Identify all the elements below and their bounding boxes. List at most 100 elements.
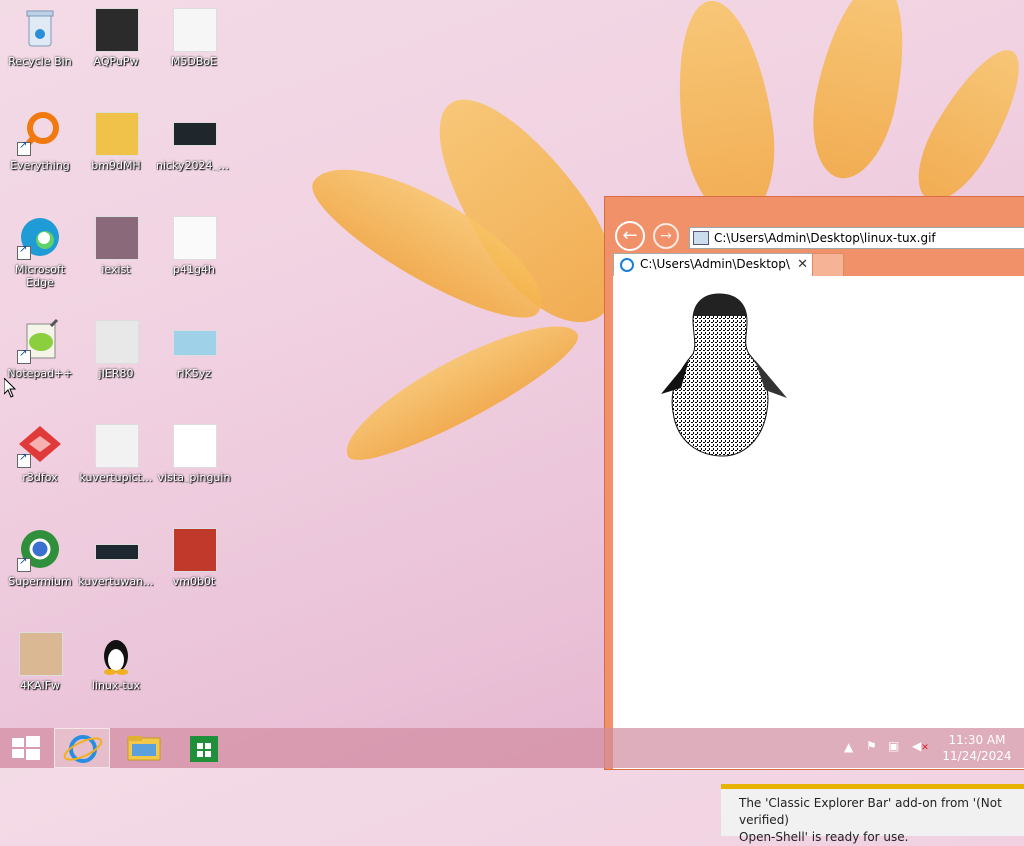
image-file-icon — [93, 110, 139, 156]
image-file-icon — [171, 214, 217, 260]
clock-time: 11:30 AM — [948, 733, 1006, 747]
desktop-icon-m5dboe[interactable]: M5DBoE — [156, 6, 232, 68]
desktop-icon-label: Microsoft Edge — [14, 263, 66, 289]
desktop-icon-nicky2024[interactable]: nicky2024_r... — [156, 110, 232, 172]
taskbar-file-explorer[interactable] — [116, 728, 172, 768]
desktop-icon-label: vista_pinguin — [157, 471, 231, 484]
internet-explorer-window: ← → C:\Users\Admin\Desktop\linux-tux.gif… — [604, 196, 1024, 844]
wallpaper-petal — [800, 0, 920, 187]
folder-icon — [127, 736, 161, 761]
network-icon[interactable]: ▣ — [888, 739, 899, 753]
desktop-icon-label: bm9dMH — [91, 159, 141, 172]
image-file-icon — [17, 630, 63, 676]
taskbar-store[interactable] — [176, 728, 232, 768]
close-tab-icon[interactable]: ✕ — [797, 254, 808, 275]
ie-icon — [63, 735, 103, 763]
desktop-icon-everything[interactable]: Everything — [2, 110, 78, 172]
supermium-icon — [17, 526, 63, 572]
desktop-icon-label: Recycle Bin — [8, 55, 72, 68]
shortcut-arrow-icon — [17, 556, 31, 572]
desktop-icon-jier80[interactable]: jIER80 — [78, 318, 154, 380]
shortcut-arrow-icon — [17, 348, 31, 364]
notification-line-1: The 'Classic Explorer Bar' add-on from '… — [739, 796, 1002, 827]
desktop-icon-label: linux-tux — [91, 679, 141, 692]
desktop-icon-label: kuvertupict... — [79, 471, 153, 484]
clock[interactable]: 11:30 AM 11/24/2024 — [940, 732, 1014, 764]
everything-magnifier-icon — [17, 110, 63, 156]
desktop-icon-label: Supermium — [8, 575, 72, 588]
desktop-icon-kuvertuwan[interactable]: kuvertuwan... — [78, 526, 154, 588]
desktop-icon-label: 4KAIFw — [19, 679, 61, 692]
desktop-icon-aqpupw[interactable]: AQPuPw — [78, 6, 154, 68]
desktop-icon-microsoft-edge[interactable]: Microsoft Edge — [2, 214, 78, 289]
shortcut-arrow-icon — [17, 452, 31, 468]
address-bar[interactable]: C:\Users\Admin\Desktop\linux-tux.gif — [689, 227, 1024, 249]
r3dfox-icon — [17, 422, 63, 468]
tux-penguin-icon — [93, 630, 139, 676]
notification-line-2: Open-Shell' is ready for use. — [739, 830, 909, 844]
desktop-icon-4kaifw[interactable]: 4KAIFw — [2, 630, 78, 692]
forward-button[interactable]: → — [653, 223, 679, 249]
desktop-icon-label: iexist — [101, 263, 131, 276]
desktop-icon-label: AQPuPw — [93, 55, 139, 68]
wallpaper-petal — [331, 302, 589, 478]
desktop-icon-vm0b0t[interactable]: vm0b0t — [156, 526, 232, 588]
desktop-icon-label: rIK5yz — [176, 367, 212, 380]
new-tab-button[interactable] — [812, 253, 844, 277]
image-file-icon — [171, 422, 217, 468]
desktop-icon-label: kuvertuwan... — [78, 575, 154, 588]
tab-title: C:\Users\Admin\Desktop\li... — [640, 257, 790, 271]
desktop-icon-vista-pinguin[interactable]: vista_pinguin — [156, 422, 232, 484]
image-file-icon — [93, 526, 139, 572]
desktop-icon-kuvertupict[interactable]: kuvertupict... — [78, 422, 154, 484]
store-icon — [190, 736, 218, 762]
notepad-plus-plus-icon — [17, 318, 63, 364]
desktop-icon-label: r3dfox — [22, 471, 58, 484]
action-center-flag-icon[interactable]: ⚑ — [866, 739, 877, 753]
image-file-icon — [93, 318, 139, 364]
show-hidden-icons-icon[interactable]: ▲ — [844, 740, 853, 754]
image-file-icon — [93, 214, 139, 260]
desktop-icon-notepad-plus-plus[interactable]: Notepad++ — [2, 318, 78, 380]
desktop-icon-r3dfox[interactable]: r3dfox — [2, 422, 78, 484]
volume-muted-icon[interactable]: ◀✕ — [912, 739, 929, 753]
desktop-icon-p41g4h[interactable]: p41g4h — [156, 214, 232, 276]
desktop-icon-label: M5DBoE — [170, 55, 218, 68]
address-text: C:\Users\Admin\Desktop\linux-tux.gif — [714, 231, 936, 245]
desktop-icon-bm9dmh[interactable]: bm9dMH — [78, 110, 154, 172]
tab-linux-tux[interactable]: C:\Users\Admin\Desktop\li... ✕ — [613, 253, 813, 277]
shortcut-arrow-icon — [17, 140, 31, 156]
system-tray: ▲ ⚑ ▣ ◀✕ 11:30 AM 11/24/2024 — [844, 728, 1014, 768]
wallpaper-petal — [901, 36, 1024, 214]
shortcut-arrow-icon — [17, 244, 31, 260]
image-file-icon — [93, 422, 139, 468]
windows-logo-icon — [12, 736, 40, 760]
image-file-icon — [171, 526, 217, 572]
recycle-bin-icon — [17, 6, 63, 52]
ie-icon — [620, 258, 634, 272]
mouse-cursor-icon — [4, 378, 16, 398]
taskbar-internet-explorer[interactable] — [54, 728, 110, 768]
desktop-icon-label: nicky2024_r... — [156, 159, 232, 172]
desktop-icon-label: vm0b0t — [172, 575, 216, 588]
addon-notification: The 'Classic Explorer Bar' add-on from '… — [721, 784, 1024, 844]
desktop-icon-rik5yz[interactable]: rIK5yz — [156, 318, 232, 380]
edge-icon — [17, 214, 63, 260]
desktop-icon-label: p41g4h — [173, 263, 215, 276]
desktop-icon-recycle-bin[interactable]: Recycle Bin — [2, 6, 78, 68]
start-button[interactable] — [0, 728, 56, 768]
image-page-icon — [693, 231, 709, 245]
image-file-icon — [171, 6, 217, 52]
page-content: The 'Classic Explorer Bar' add-on from '… — [613, 276, 1024, 844]
navigation-bar: ← → C:\Users\Admin\Desktop\linux-tux.gif — [611, 219, 1024, 251]
desktop-icon-label: Everything — [10, 159, 70, 172]
clock-date: 11/24/2024 — [942, 749, 1012, 763]
desktop-icon-supermium[interactable]: Supermium — [2, 526, 78, 588]
back-button[interactable]: ← — [615, 221, 645, 251]
desktop-icon-linux-tux[interactable]: linux-tux — [78, 630, 154, 692]
tux-image — [661, 293, 787, 457]
desktop-icon-iexist[interactable]: iexist — [78, 214, 154, 276]
desktop-icon-label: jIER80 — [98, 367, 134, 380]
image-file-icon — [171, 110, 217, 156]
image-file-icon — [171, 318, 217, 364]
